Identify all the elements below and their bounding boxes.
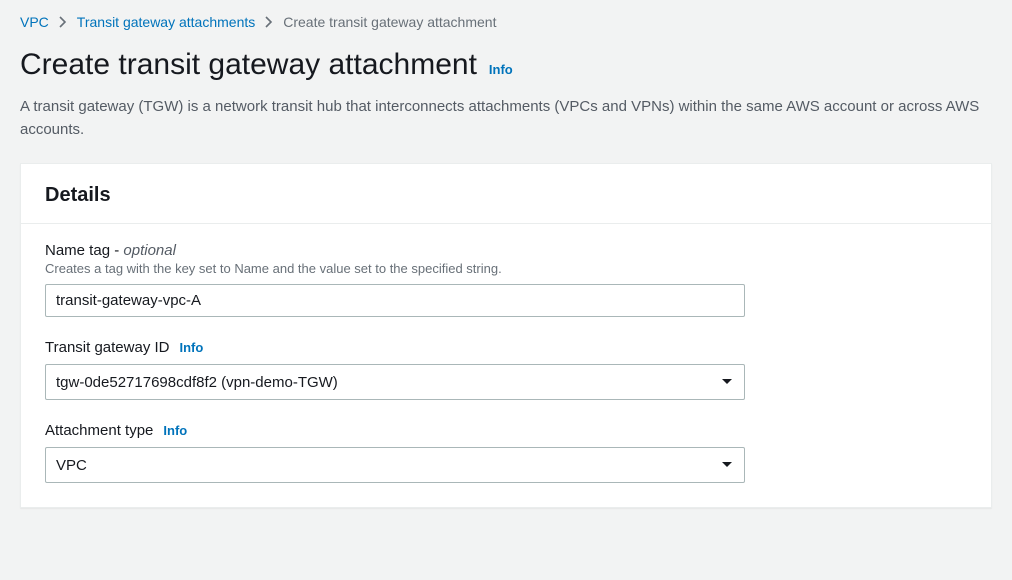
attachment-type-label: Attachment type	[45, 422, 153, 439]
breadcrumb-current: Create transit gateway attachment	[283, 14, 496, 30]
name-tag-description: Creates a tag with the key set to Name a…	[45, 261, 967, 276]
name-tag-input[interactable]	[45, 284, 745, 317]
tgw-id-label: Transit gateway ID	[45, 339, 170, 356]
breadcrumb-link-attachments[interactable]: Transit gateway attachments	[77, 14, 255, 30]
attachment-type-select-value: VPC	[56, 457, 87, 474]
attachment-type-info-link[interactable]: Info	[163, 423, 187, 438]
name-tag-label: Name tag - optional	[45, 242, 176, 259]
page-description: A transit gateway (TGW) is a network tra…	[20, 96, 980, 141]
details-heading: Details	[45, 184, 967, 207]
name-tag-group: Name tag - optional Creates a tag with t…	[45, 242, 967, 317]
tgw-id-select-value: tgw-0de52717698cdf8f2 (vpn-demo-TGW)	[56, 374, 338, 391]
details-panel: Details Name tag - optional Creates a ta…	[20, 163, 992, 508]
chevron-right-icon	[265, 16, 273, 28]
panel-header: Details	[21, 164, 991, 224]
tgw-id-group: Transit gateway ID Info tgw-0de52717698c…	[45, 339, 967, 400]
breadcrumb-link-vpc[interactable]: VPC	[20, 14, 49, 30]
page-title: Create transit gateway attachment	[20, 48, 477, 82]
attachment-type-select[interactable]: VPC	[45, 447, 745, 483]
chevron-right-icon	[59, 16, 67, 28]
attachment-type-group: Attachment type Info VPC	[45, 422, 967, 483]
breadcrumb: VPC Transit gateway attachments Create t…	[20, 14, 992, 30]
tgw-id-select[interactable]: tgw-0de52717698cdf8f2 (vpn-demo-TGW)	[45, 364, 745, 400]
tgw-id-info-link[interactable]: Info	[180, 340, 204, 355]
page-info-link[interactable]: Info	[489, 62, 513, 77]
